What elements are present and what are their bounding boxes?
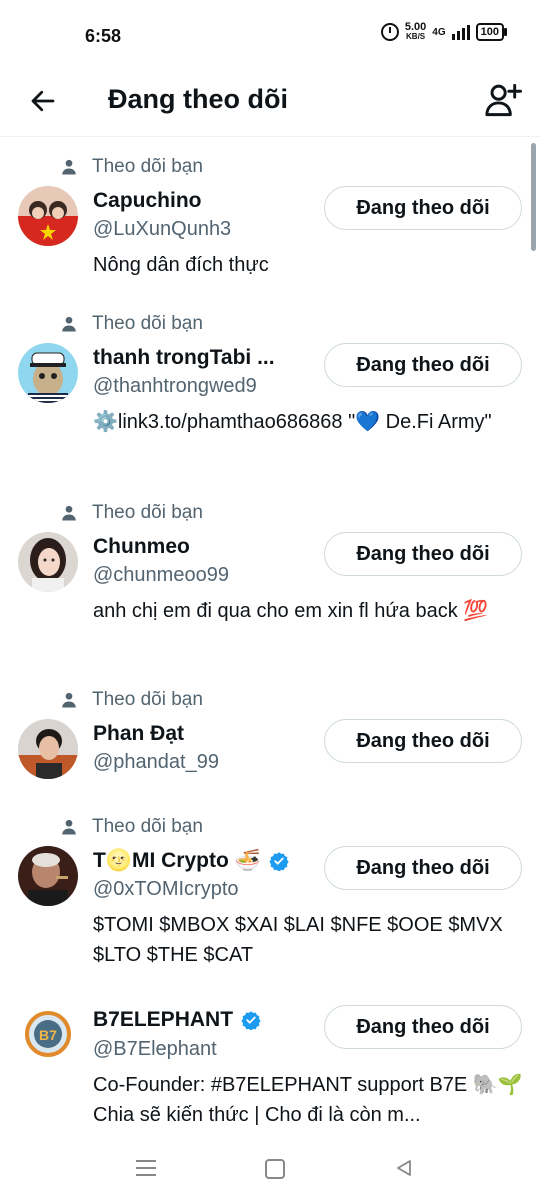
person-icon (62, 819, 76, 835)
net-speed-unit: KB/S (406, 32, 426, 41)
system-nav-bar (0, 1138, 540, 1200)
following-button[interactable]: Đang theo dõi (324, 186, 522, 230)
following-button[interactable]: Đang theo dõi (324, 343, 522, 387)
user-bio: Co-Founder: #B7ELEPHANT support B7E 🐘🌱Ch… (93, 1074, 523, 1126)
verified-badge-icon (269, 852, 289, 871)
user-name-row: Chunmeo (93, 535, 190, 559)
following-button[interactable]: Đang theo dõi (324, 532, 522, 576)
list-item[interactable]: B7 B7ELEPHANT @B7Elephant Co-Founder: #B… (0, 1000, 540, 1160)
avatar[interactable]: B7 (18, 1004, 78, 1064)
follows-you-label: Theo dõi bạn (60, 686, 203, 714)
top-app-bar: Đang theo dõi (0, 70, 540, 137)
avatar[interactable] (18, 719, 78, 779)
status-time: 6:58 (85, 26, 122, 46)
person-icon (62, 316, 76, 332)
user-bio: $TOMI $MBOX $XAI $LAI $NFE $OOE $MVX $LT… (93, 914, 503, 966)
user-name: T🌝MI Crypto 🍜 (93, 849, 261, 872)
user-name: thanh trongTabi ... (93, 346, 275, 369)
follows-you-label: Theo dõi bạn (60, 153, 203, 181)
user-name-row: T🌝MI Crypto 🍜 (93, 849, 289, 873)
user-handle: @LuXunQunh3 (93, 218, 232, 240)
list-item[interactable]: Theo dõi bạn Capuchino @LuXunQunh3 Nông … (0, 153, 540, 303)
user-handle: @chunmeoo99 (93, 564, 229, 586)
user-bio: Nông dân đích thực (93, 254, 269, 276)
network-type: 4G (432, 26, 446, 38)
user-name-row: B7ELEPHANT (93, 1008, 261, 1032)
arrow-left-icon[interactable] (28, 86, 58, 116)
list-item[interactable]: Theo dõi bạn thanh trongTabi ... @thanht… (0, 310, 540, 480)
recent-apps-icon[interactable] (136, 1160, 156, 1178)
follows-you-label: Theo dõi bạn (60, 499, 203, 527)
user-bio: anh chị em đi qua cho em xin fl hứa back… (93, 600, 489, 622)
user-handle: @phandat_99 (93, 751, 219, 773)
battery-icon: 100 (475, 23, 508, 41)
user-bio: ⚙️link3.to/phamthao686868 "💙 De.Fi Army" (93, 411, 492, 433)
following-button[interactable]: Đang theo dõi (324, 1005, 522, 1049)
person-icon (62, 159, 76, 175)
user-handle: @thanhtrongwed9 (93, 375, 257, 397)
user-name-row: Phan Đạt (93, 722, 184, 746)
list-item[interactable]: Theo dõi bạn Chunmeo @chunmeoo99 anh chị… (0, 499, 540, 669)
status-bar: 6:58 5.00 KB/S 4G 100 (0, 0, 540, 70)
status-icons: 5.00 KB/S 4G 100 (380, 22, 508, 42)
page-title: Đang theo dõi (108, 84, 288, 114)
add-user-icon[interactable] (484, 82, 522, 118)
avatar[interactable] (18, 343, 78, 403)
user-name-row: thanh trongTabi ... (93, 346, 275, 370)
user-name: B7ELEPHANT (93, 1008, 234, 1031)
following-button[interactable]: Đang theo dõi (324, 846, 522, 890)
signal-icon (451, 24, 470, 40)
net-speed-value: 5.00 (404, 21, 427, 33)
alarm-icon (380, 23, 399, 41)
user-handle: @B7Elephant (93, 1038, 217, 1060)
avatar[interactable] (18, 186, 78, 246)
user-name: Chunmeo (93, 535, 190, 558)
following-button[interactable]: Đang theo dõi (324, 719, 522, 763)
net-speed: 5.00 KB/S (405, 22, 426, 42)
follows-you-label: Theo dõi bạn (60, 310, 203, 338)
user-name-row: Capuchino (93, 189, 202, 213)
back-triangle-icon[interactable] (394, 1158, 414, 1178)
home-icon[interactable] (265, 1159, 285, 1179)
person-icon (62, 692, 76, 708)
avatar[interactable] (18, 846, 78, 906)
follows-you-label: Theo dõi bạn (60, 813, 203, 841)
avatar[interactable] (18, 532, 78, 592)
verified-badge-icon (241, 1011, 261, 1030)
user-name: Phan Đạt (93, 722, 185, 745)
svg-text:B7: B7 (39, 1027, 57, 1043)
person-icon (62, 505, 76, 521)
list-item[interactable]: Theo dõi bạn T🌝MI Crypto 🍜 @0xTOMIcrypto… (0, 813, 540, 973)
user-name: Capuchino (93, 189, 202, 212)
user-handle: @0xTOMIcrypto (93, 878, 239, 900)
list-item[interactable]: Theo dõi bạn Phan Đạt @phandat_99 Đang t… (0, 686, 540, 796)
